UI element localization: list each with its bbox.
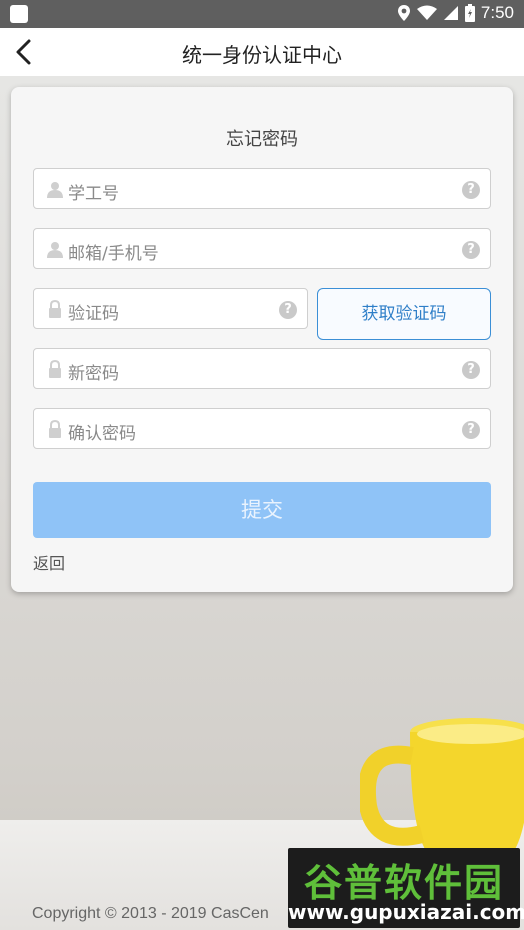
help-icon[interactable]: ? [462, 241, 480, 259]
user-icon [47, 242, 63, 258]
user-icon [47, 182, 63, 198]
signal-icon [443, 6, 458, 20]
confirm-password-field[interactable]: 确认密码 ? [33, 408, 491, 449]
help-icon[interactable]: ? [462, 181, 480, 199]
forgot-password-card: 忘记密码 学工号 ? 邮箱/手机号 ? 验证码 ? 获取验证码 新密码 ? 确认… [11, 87, 513, 592]
confirm-password-placeholder: 确认密码 [68, 424, 136, 444]
contact-field[interactable]: 邮箱/手机号 ? [33, 228, 491, 269]
watermark-url: www.gupuxiazai.com [288, 900, 524, 924]
contact-placeholder: 邮箱/手机号 [68, 244, 159, 264]
get-code-button[interactable]: 获取验证码 [317, 288, 491, 340]
code-placeholder: 验证码 [68, 304, 119, 324]
card-title: 忘记密码 [226, 129, 298, 150]
title-bar: 统一身份认证中心 [0, 28, 524, 76]
help-icon[interactable]: ? [279, 301, 297, 319]
back-link[interactable]: 返回 [33, 550, 65, 574]
lock-icon [49, 300, 61, 318]
lock-icon [49, 420, 61, 438]
page-title: 统一身份认证中心 [182, 43, 342, 67]
copyright-text: Copyright © 2013 - 2019 CasCen [32, 905, 269, 922]
battery-icon [464, 4, 475, 22]
location-icon [397, 5, 410, 21]
lock-icon [49, 360, 61, 378]
verification-code-field[interactable]: 验证码 ? [33, 288, 308, 329]
help-icon[interactable]: ? [462, 421, 480, 439]
new-password-field[interactable]: 新密码 ? [33, 348, 491, 389]
watermark-logo: 谷普软件园 www.gupuxiazai.com [288, 848, 524, 928]
student-id-placeholder: 学工号 [68, 184, 119, 204]
help-icon[interactable]: ? [462, 361, 480, 379]
notification-icon [10, 5, 28, 23]
status-bar: 7:50 [0, 0, 524, 28]
watermark-brand: 谷普软件园 [303, 861, 504, 905]
clock: 7:50 [480, 3, 514, 22]
new-password-placeholder: 新密码 [68, 364, 119, 384]
wifi-icon [416, 5, 437, 20]
submit-button[interactable]: 提交 [33, 482, 491, 538]
yellow-cup-image [360, 718, 524, 856]
student-id-field[interactable]: 学工号 ? [33, 168, 491, 209]
